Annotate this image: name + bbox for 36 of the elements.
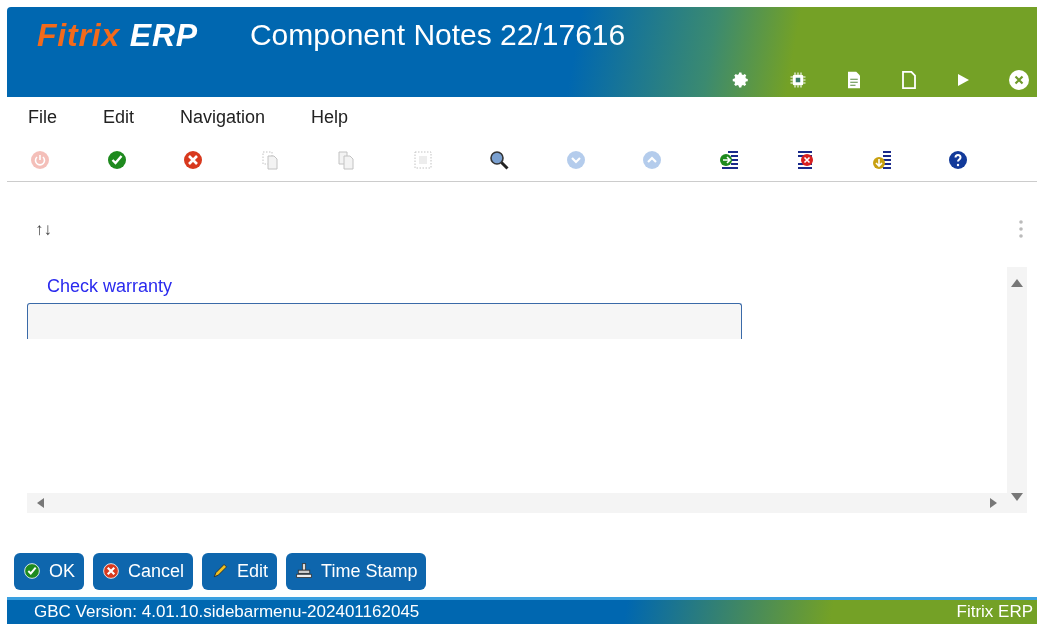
scroll-down-icon[interactable] bbox=[1011, 493, 1023, 502]
sort-icon[interactable]: ↑↓ bbox=[35, 216, 52, 242]
append-row-icon[interactable] bbox=[870, 148, 893, 171]
play-icon[interactable] bbox=[956, 71, 970, 88]
action-button[interactable]: Edit bbox=[202, 552, 278, 590]
input-field[interactable] bbox=[27, 302, 742, 339]
scroll-right-icon[interactable] bbox=[989, 498, 997, 509]
action-button[interactable]: Time Stamp bbox=[286, 552, 427, 590]
document-icon[interactable] bbox=[846, 70, 862, 89]
page-icon[interactable] bbox=[901, 70, 917, 89]
action-button[interactable]: Cancel bbox=[93, 552, 194, 590]
field-label: Check warranty bbox=[47, 274, 174, 298]
check-icon bbox=[23, 562, 41, 581]
window-title: Component Notes 22/17616 bbox=[249, 17, 626, 53]
action-button[interactable]: OK bbox=[14, 552, 84, 590]
scroll-left-icon[interactable] bbox=[37, 498, 45, 509]
stamp-icon bbox=[295, 562, 314, 581]
menu-item[interactable]: Help bbox=[311, 104, 349, 132]
menu-item[interactable]: File bbox=[28, 104, 57, 132]
insert-row-icon[interactable] bbox=[717, 148, 740, 171]
cancel-icon[interactable] bbox=[182, 148, 204, 171]
close-icon[interactable] bbox=[1009, 69, 1029, 90]
chip-icon[interactable] bbox=[789, 70, 807, 89]
settings-icon[interactable] bbox=[732, 70, 750, 89]
more-icon[interactable] bbox=[1019, 220, 1023, 239]
logo: Fitrix ERP bbox=[37, 15, 198, 55]
search-icon[interactable] bbox=[488, 148, 510, 171]
scroll-up-icon[interactable] bbox=[1011, 278, 1023, 287]
menu-item[interactable]: Edit bbox=[103, 104, 135, 132]
help-icon[interactable] bbox=[947, 148, 969, 171]
pencil-icon bbox=[211, 562, 230, 581]
product-name: Fitrix ERP bbox=[956, 601, 1033, 624]
menu-item[interactable]: Navigation bbox=[180, 104, 266, 132]
version-text: GBC Version: 4.01.10.sidebarmenu-202401162045 bbox=[34, 601, 420, 624]
cancel-icon bbox=[102, 562, 120, 581]
check-icon[interactable] bbox=[105, 148, 128, 171]
